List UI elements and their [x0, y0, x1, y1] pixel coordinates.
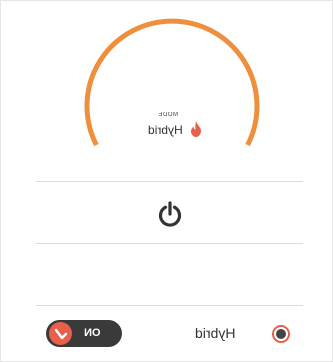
radio-dot [276, 329, 286, 339]
divider-top [36, 181, 303, 182]
toggle-knob [49, 322, 72, 345]
mode-readout: MODE Hybrid [120, 110, 220, 150]
divider-bottom [36, 305, 303, 306]
flame-icon [191, 121, 201, 137]
power-icon [158, 201, 182, 227]
check-icon [54, 328, 67, 339]
power-button[interactable] [153, 198, 187, 232]
option-label-hybrid: Hybrid [195, 325, 236, 341]
mode-caption: MODE [158, 112, 178, 118]
thermostat-panel: MODE Hybrid ON Hybrid [0, 0, 333, 362]
mode-value: Hybrid [148, 123, 183, 137]
toggle-label: ON [84, 327, 101, 339]
on-off-toggle[interactable]: ON [46, 320, 122, 347]
divider-middle [36, 243, 303, 244]
radio-hybrid[interactable] [272, 325, 290, 343]
